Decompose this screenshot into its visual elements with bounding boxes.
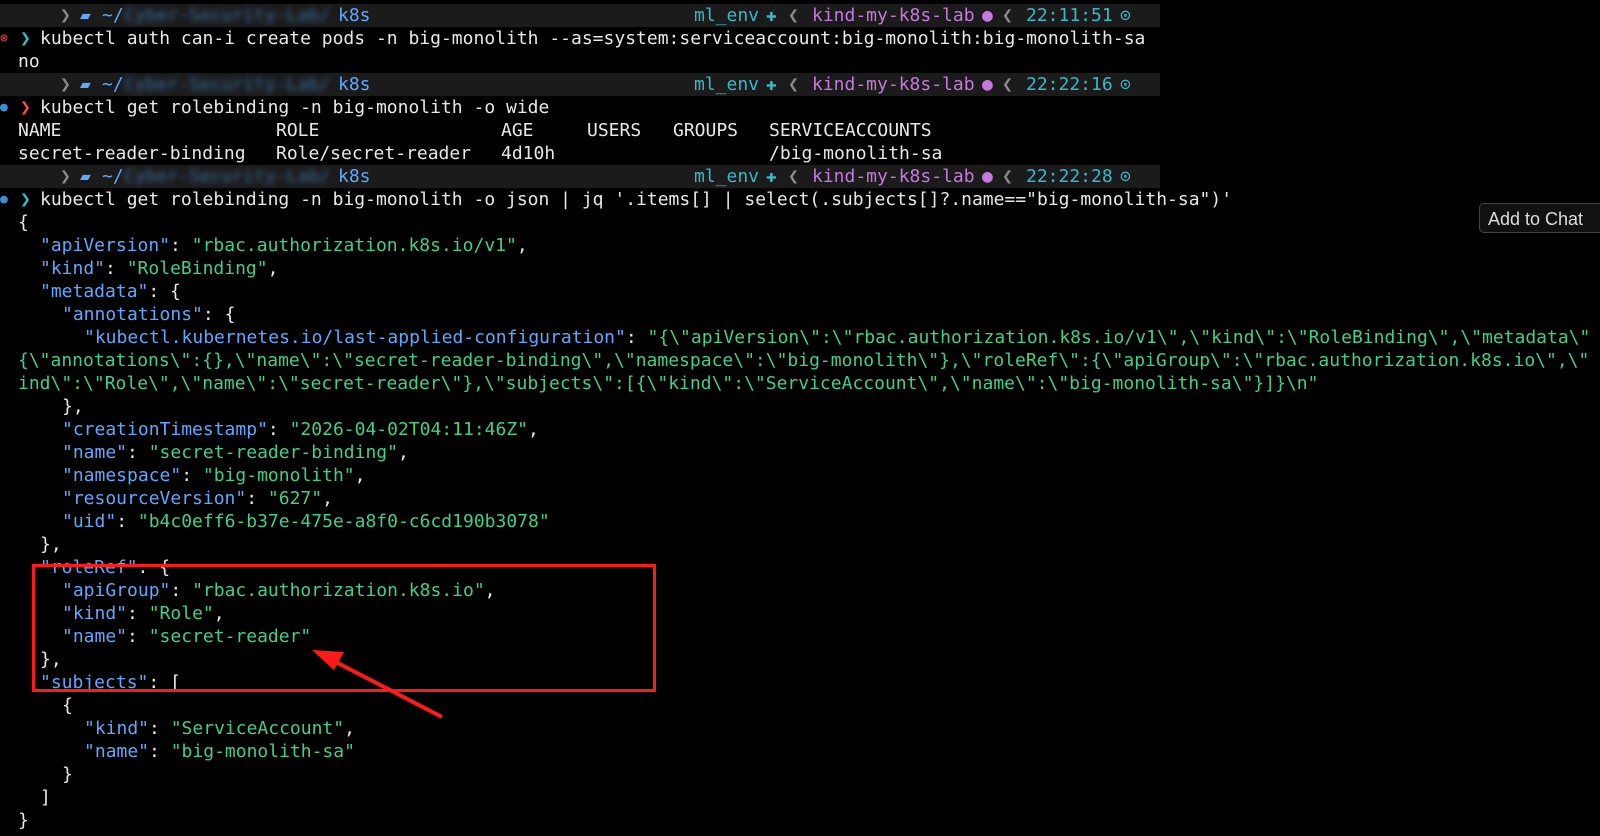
annotation-arrow <box>312 650 443 719</box>
